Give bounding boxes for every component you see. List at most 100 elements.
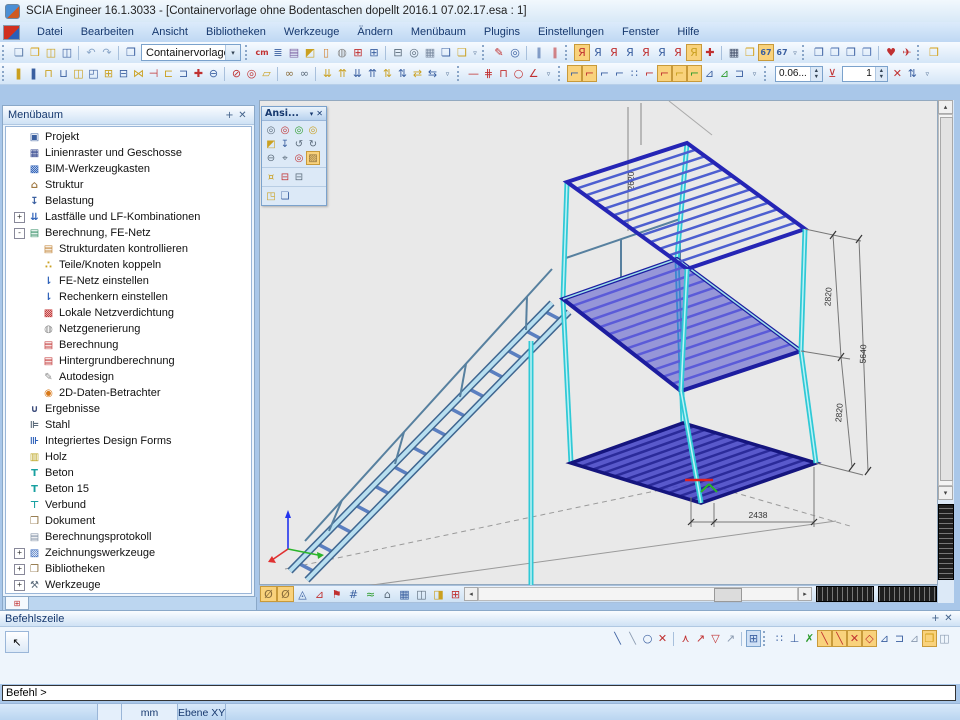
tree-item[interactable]: ▣Projekt: [6, 129, 251, 145]
tree-item[interactable]: ▤Strukturdaten kontrollieren: [6, 241, 251, 257]
spinner-arrows-icon[interactable]: ▲▼: [810, 67, 822, 81]
pin-icon[interactable]: +: [929, 613, 942, 624]
snap-mode-icon[interactable]: ⌐: [672, 65, 687, 82]
copy-move-icon[interactable]: ⇈: [365, 65, 380, 82]
snap-angle-icon[interactable]: ⊿: [907, 630, 922, 647]
cut-icon[interactable]: ✕: [890, 65, 905, 82]
menu-item[interactable]: Fenster: [613, 24, 668, 40]
status-cell[interactable]: [98, 704, 122, 720]
copy-move-icon[interactable]: ⇆: [425, 65, 440, 82]
document-yellow-icon[interactable]: ❏: [454, 44, 470, 61]
horizontal-scrollbar[interactable]: [478, 587, 798, 601]
member-frame-blue-icon[interactable]: ⊞: [366, 44, 382, 61]
model-tool-icon[interactable]: ❚: [26, 65, 41, 82]
open-icon[interactable]: ❒: [27, 44, 43, 61]
light-icon[interactable]: ¤: [264, 170, 278, 184]
close-icon[interactable]: ✕: [316, 109, 323, 118]
menu-item[interactable]: Einstellungen: [529, 24, 613, 40]
model-viewport[interactable]: 2620: [259, 100, 938, 585]
menu-item[interactable]: Bearbeiten: [72, 24, 143, 40]
close-icon[interactable]: ✕: [942, 613, 955, 624]
snap-mode-icon[interactable]: ⌐: [597, 65, 612, 82]
copy-move-icon[interactable]: ⇄: [410, 65, 425, 82]
copy-move-icon[interactable]: ⇅: [395, 65, 410, 82]
rotate-right-icon[interactable]: ↻: [306, 137, 320, 151]
undo-icon[interactable]: ↶: [83, 44, 99, 61]
tree-item[interactable]: ⇂FE-Netz einstellen: [6, 273, 251, 289]
snap-intersection-icon[interactable]: ✗: [802, 630, 817, 647]
snap-mode-icon[interactable]: ⊿: [702, 65, 717, 82]
zoom-scroll-control[interactable]: [938, 504, 954, 580]
close-icon[interactable]: ✕: [236, 110, 249, 121]
menu-item[interactable]: Plugins: [475, 24, 529, 40]
arrow-tool-icon[interactable]: ↗: [693, 630, 708, 647]
perspective-icon[interactable]: Ø: [260, 586, 277, 602]
snap-mode-icon[interactable]: ⌐: [567, 65, 582, 82]
model-tool-icon[interactable]: ⊞: [101, 65, 116, 82]
model-tool-icon[interactable]: ⊏: [161, 65, 176, 82]
model-tool-icon[interactable]: ✚: [191, 65, 206, 82]
renumber-icon[interactable]: ⇅: [905, 65, 920, 82]
view-camera-icon[interactable]: ◎: [264, 123, 278, 137]
copy-move-icon[interactable]: ⇊: [350, 65, 365, 82]
tree-item[interactable]: ▤Berechnung: [6, 337, 251, 353]
model-tool-icon[interactable]: ⊖: [206, 65, 221, 82]
print-icon[interactable]: ⊟: [390, 44, 406, 61]
save-all-icon[interactable]: ◫: [43, 44, 59, 61]
model-tool-icon[interactable]: ◰: [86, 65, 101, 82]
tree-item[interactable]: ↧Belastung: [6, 193, 251, 209]
print-view-icon[interactable]: ⊟: [278, 170, 292, 184]
snap-mode-icon[interactable]: ⌐: [642, 65, 657, 82]
print-view-icon[interactable]: ⊟: [292, 170, 306, 184]
copy-move-icon[interactable]: ⇈: [335, 65, 350, 82]
filter-icon[interactable]: ∞: [297, 65, 312, 82]
menu-item[interactable]: Bibliotheken: [197, 24, 275, 40]
snap-distance-spinner[interactable]: 0.06... ▲▼: [775, 66, 823, 82]
tree-item[interactable]: ◍Netzgenerierung: [6, 321, 251, 337]
command-input[interactable]: Befehl >: [2, 685, 956, 701]
tree-expander[interactable]: +: [14, 212, 25, 223]
tree-item[interactable]: -▤Berechnung, FE-Netz: [6, 225, 251, 241]
walk-mode-icon[interactable]: ↧: [278, 137, 292, 151]
tree-item[interactable]: ⌂Struktur: [6, 177, 251, 193]
view-icon[interactable]: ♥: [883, 44, 899, 61]
project-window-icon[interactable]: ❐: [123, 44, 139, 61]
section-bars-blue-icon[interactable]: ∥: [531, 44, 547, 61]
tree-item[interactable]: ⊫Stahl: [6, 417, 251, 433]
section-icon[interactable]: ⊿: [311, 586, 328, 602]
clipboard-copy-icon[interactable]: ◳: [264, 189, 278, 203]
cascade-window-icon[interactable]: ❐: [859, 44, 875, 61]
scroll-right-icon[interactable]: ▸: [798, 587, 812, 601]
triangle-tool-icon[interactable]: ▽: [708, 630, 723, 647]
fly-mode-icon[interactable]: ✈: [899, 44, 915, 61]
draw-circle-icon[interactable]: ○: [511, 65, 526, 82]
spinner-arrows-icon[interactable]: ▲▼: [875, 67, 887, 81]
toolbar-overflow-icon[interactable]: ▿: [920, 65, 935, 82]
grid-icon[interactable]: ▦: [726, 44, 742, 61]
zoom-window-icon[interactable]: ⌖: [278, 151, 292, 165]
dot-grid-icon[interactable]: ❒: [922, 630, 937, 647]
model-tool-icon[interactable]: ⊔: [56, 65, 71, 82]
tree-item[interactable]: +⚒Werkzeuge: [6, 577, 251, 593]
tree-item[interactable]: ⇂Rechenkern einstellen: [6, 289, 251, 305]
save-icon[interactable]: ◫: [59, 44, 75, 61]
chevron-down-icon[interactable]: ▾: [225, 45, 240, 60]
snap-midpoint-icon[interactable]: ◇: [862, 630, 877, 647]
arrow-tool-icon[interactable]: ↗: [723, 630, 738, 647]
menu-item[interactable]: Werkzeuge: [275, 24, 348, 40]
flag-icon[interactable]: ⚑: [328, 586, 345, 602]
view-camera-icon[interactable]: ◎: [306, 123, 320, 137]
tree-item[interactable]: +❒Bibliotheken: [6, 561, 251, 577]
vertical-scrollbar[interactable]: [938, 114, 953, 486]
vertex-tool-icon[interactable]: ⋏: [678, 630, 693, 647]
model-tool-icon[interactable]: ⋈: [131, 65, 146, 82]
calculator-icon[interactable]: ▦: [422, 44, 438, 61]
tree-item[interactable]: ∴Teile/Knoten koppeln: [6, 257, 251, 273]
line-tool-icon[interactable]: ╲: [610, 630, 625, 647]
toolbar-overflow-icon[interactable]: ▿: [790, 44, 800, 61]
toolbar-overflow-icon[interactable]: ▿: [440, 65, 455, 82]
mesh-view-icon[interactable]: ▦: [396, 586, 413, 602]
chevron-down-icon[interactable]: ▾: [310, 110, 314, 118]
snap-edge-icon[interactable]: ⊐: [892, 630, 907, 647]
member-recognition-icon[interactable]: Я: [654, 44, 670, 61]
